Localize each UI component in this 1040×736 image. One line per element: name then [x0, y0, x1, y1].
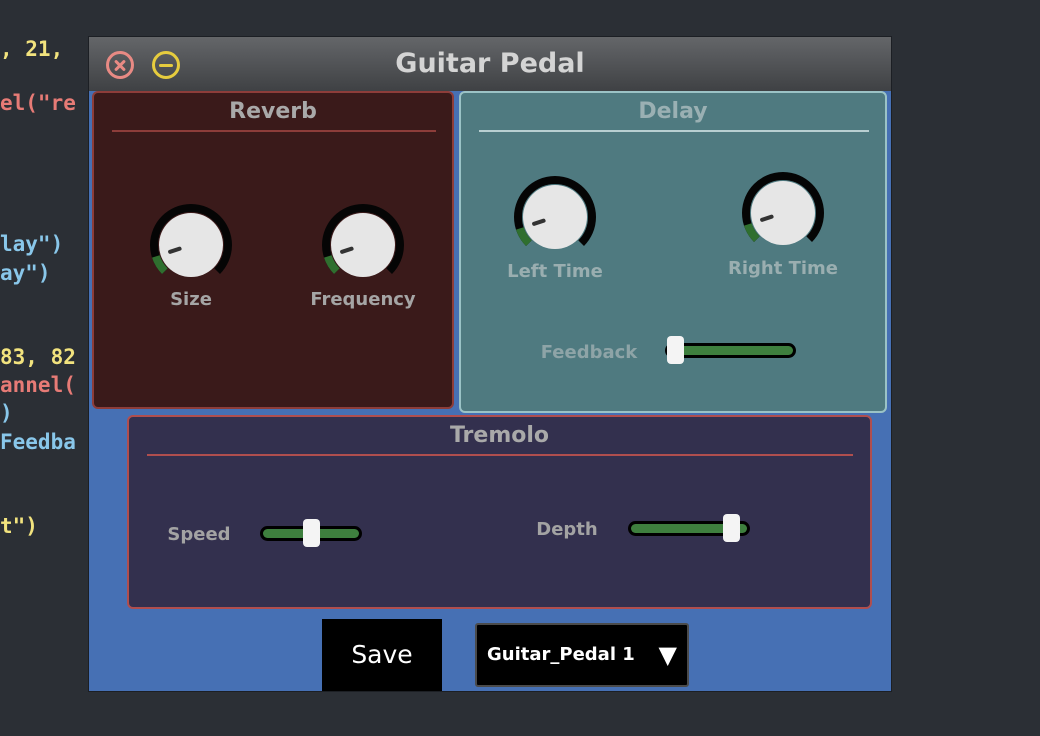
tremolo-speed-label: Speed: [167, 524, 231, 545]
background-code-editor: , 21, el("re lay") ay") 83, 82 annel() Feedba t…: [0, 0, 90, 736]
code-line: lay"): [0, 232, 64, 256]
delay-right-time-knob[interactable]: [741, 171, 825, 255]
reverb-panel: Reverb Size Frequency: [92, 91, 454, 409]
reverb-size-knob[interactable]: [149, 203, 233, 287]
tremolo-panel: Tremolo Speed Depth: [127, 415, 872, 609]
tremolo-depth-label: Depth: [536, 519, 598, 540]
tremolo-speed-slider[interactable]: [260, 519, 362, 547]
save-button[interactable]: Save: [322, 619, 442, 691]
reverb-size-label: Size: [170, 289, 212, 310]
tremolo-title: Tremolo: [449, 423, 550, 448]
reverb-frequency-label: Frequency: [310, 289, 416, 310]
slider-thumb[interactable]: [302, 519, 320, 547]
delay-title: Delay: [638, 99, 708, 124]
slider-thumb[interactable]: [667, 336, 684, 364]
guitar-pedal-window: Guitar Pedal Reverb Size Frequency Delay…: [88, 36, 892, 692]
reverb-frequency-knob[interactable]: [321, 203, 405, 287]
slider-thumb[interactable]: [722, 514, 740, 542]
code-line: el("re: [0, 91, 76, 115]
window-title: Guitar Pedal: [395, 48, 585, 79]
delay-panel: Delay Left Time Right Time Feedback: [459, 91, 887, 413]
delay-left-time-knob[interactable]: [513, 175, 597, 259]
code-line: t"): [0, 514, 38, 538]
delay-divider: [479, 130, 869, 132]
code-line: ): [0, 401, 13, 425]
reverb-title: Reverb: [229, 99, 317, 124]
preset-dropdown[interactable]: Guitar_Pedal 1 ▼: [475, 623, 689, 687]
title-bar: Guitar Pedal: [89, 37, 891, 91]
delay-feedback-slider[interactable]: [665, 336, 796, 364]
tremolo-divider: [147, 454, 853, 456]
reverb-divider: [112, 130, 436, 132]
code-line: annel(: [0, 373, 76, 397]
code-line: Feedba: [0, 430, 76, 454]
code-line: , 21,: [0, 37, 64, 61]
dropdown-arrow-icon: ▼: [658, 641, 677, 669]
delay-left-time-label: Left Time: [507, 261, 603, 282]
code-line: ay"): [0, 261, 51, 285]
delay-feedback-label: Feedback: [540, 342, 638, 363]
preset-value: Guitar_Pedal 1: [487, 644, 635, 665]
code-line: 83, 82: [0, 345, 76, 369]
delay-right-time-label: Right Time: [727, 258, 838, 279]
tremolo-depth-slider[interactable]: [628, 514, 750, 542]
